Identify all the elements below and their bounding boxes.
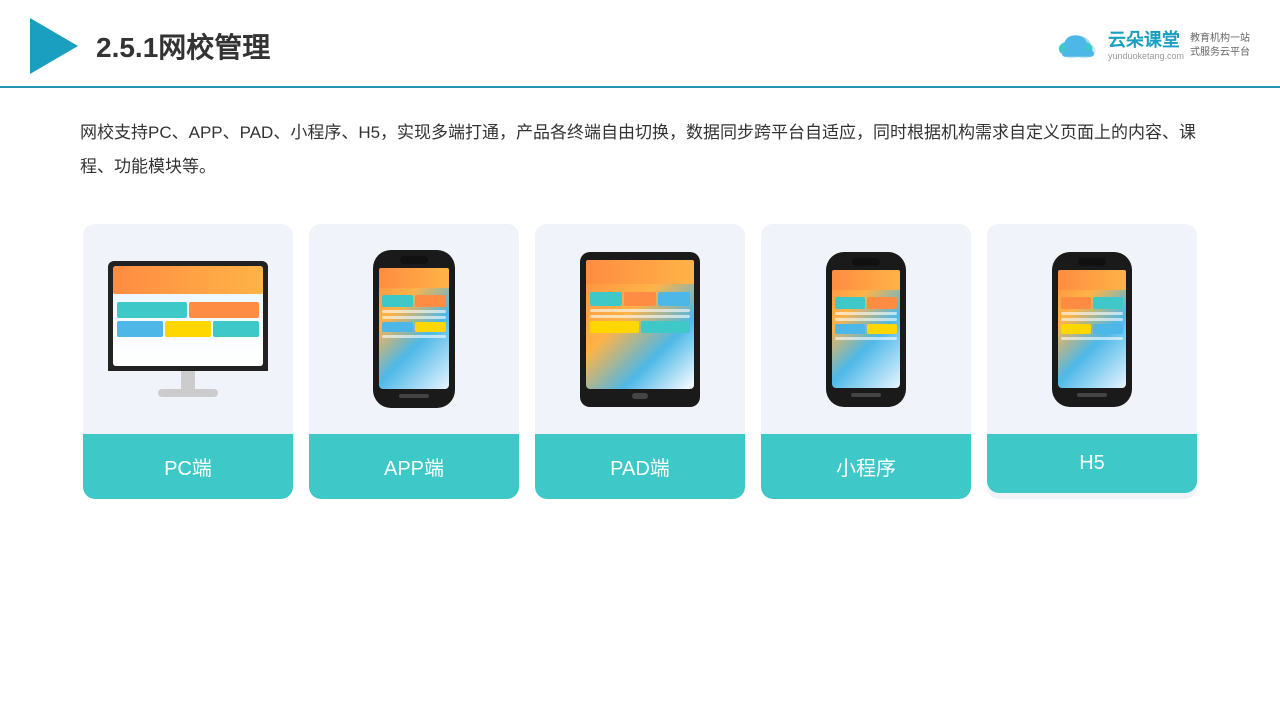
card-pc-image: [83, 224, 293, 434]
header: 2.5.1网校管理 云朵课堂 yunduoketang.com 教育机构一站式服…: [0, 0, 1280, 88]
phone-mockup-app: [373, 250, 455, 408]
card-h5: H5: [987, 224, 1197, 499]
card-pad-label: PAD端: [535, 434, 745, 499]
header-right: 云朵课堂 yunduoketang.com 教育机构一站式服务云平台: [1054, 28, 1250, 64]
card-pc-label: PC端: [83, 434, 293, 499]
card-pad: PAD端: [535, 224, 745, 499]
card-app-label: APP端: [309, 434, 519, 499]
card-app-image: [309, 224, 519, 434]
monitor-mockup: [108, 261, 268, 397]
brand-slogan: 教育机构一站式服务云平台: [1190, 32, 1250, 60]
card-app: APP端: [309, 224, 519, 499]
brand-name: 云朵课堂: [1108, 30, 1180, 52]
tablet-mockup: [580, 252, 700, 407]
brand-logo: 云朵课堂 yunduoketang.com 教育机构一站式服务云平台: [1054, 28, 1250, 64]
page-title: 2.5.1网校管理: [96, 26, 270, 66]
brand-text: 云朵课堂 yunduoketang.com: [1108, 30, 1184, 62]
card-pc: PC端: [83, 224, 293, 499]
brand-url: yunduoketang.com: [1108, 51, 1184, 62]
header-left: 2.5.1网校管理: [30, 18, 270, 74]
card-miniapp-image: [761, 224, 971, 434]
card-miniapp-label: 小程序: [761, 434, 971, 499]
description-text: 网校支持PC、APP、PAD、小程序、H5，实现多端打通，产品各终端自由切换，数…: [0, 88, 1280, 204]
card-pad-image: [535, 224, 745, 434]
logo-triangle-icon: [30, 18, 78, 74]
card-miniapp: 小程序: [761, 224, 971, 499]
phone-mockup-h5: [1052, 252, 1132, 407]
card-h5-label: H5: [987, 434, 1197, 493]
card-h5-image: [987, 224, 1197, 434]
cards-container: PC端: [0, 204, 1280, 519]
cloud-icon: [1054, 28, 1102, 64]
phone-mockup-miniapp: [826, 252, 906, 407]
